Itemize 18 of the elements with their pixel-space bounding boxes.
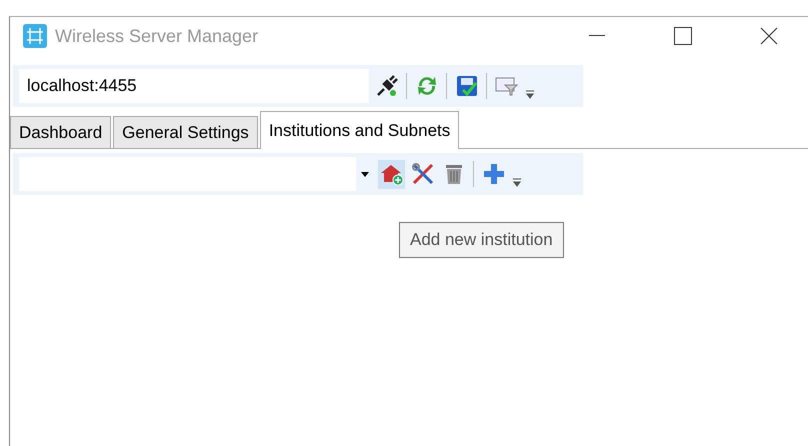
tab[interactable]: Dashboard <box>10 116 112 148</box>
close-icon <box>760 27 778 45</box>
plus-icon <box>482 162 506 186</box>
maximize-icon <box>674 27 692 45</box>
save-icon <box>454 74 478 98</box>
tab[interactable]: Institutions and Subnets <box>260 111 460 149</box>
tab[interactable]: General Settings <box>113 116 258 148</box>
minimize-icon <box>589 35 605 37</box>
tooltip: Add new institution <box>399 222 564 258</box>
window-title: Wireless Server Manager <box>55 26 260 46</box>
add-institution-button[interactable] <box>378 160 405 188</box>
plug-icon <box>376 75 398 97</box>
app-icon <box>23 24 47 48</box>
server-address-field[interactable]: localhost:4455 <box>19 69 369 103</box>
house-plus-icon <box>380 163 404 185</box>
caret-icon <box>361 172 369 176</box>
filter-icon <box>494 75 518 97</box>
tools-icon <box>410 162 434 186</box>
